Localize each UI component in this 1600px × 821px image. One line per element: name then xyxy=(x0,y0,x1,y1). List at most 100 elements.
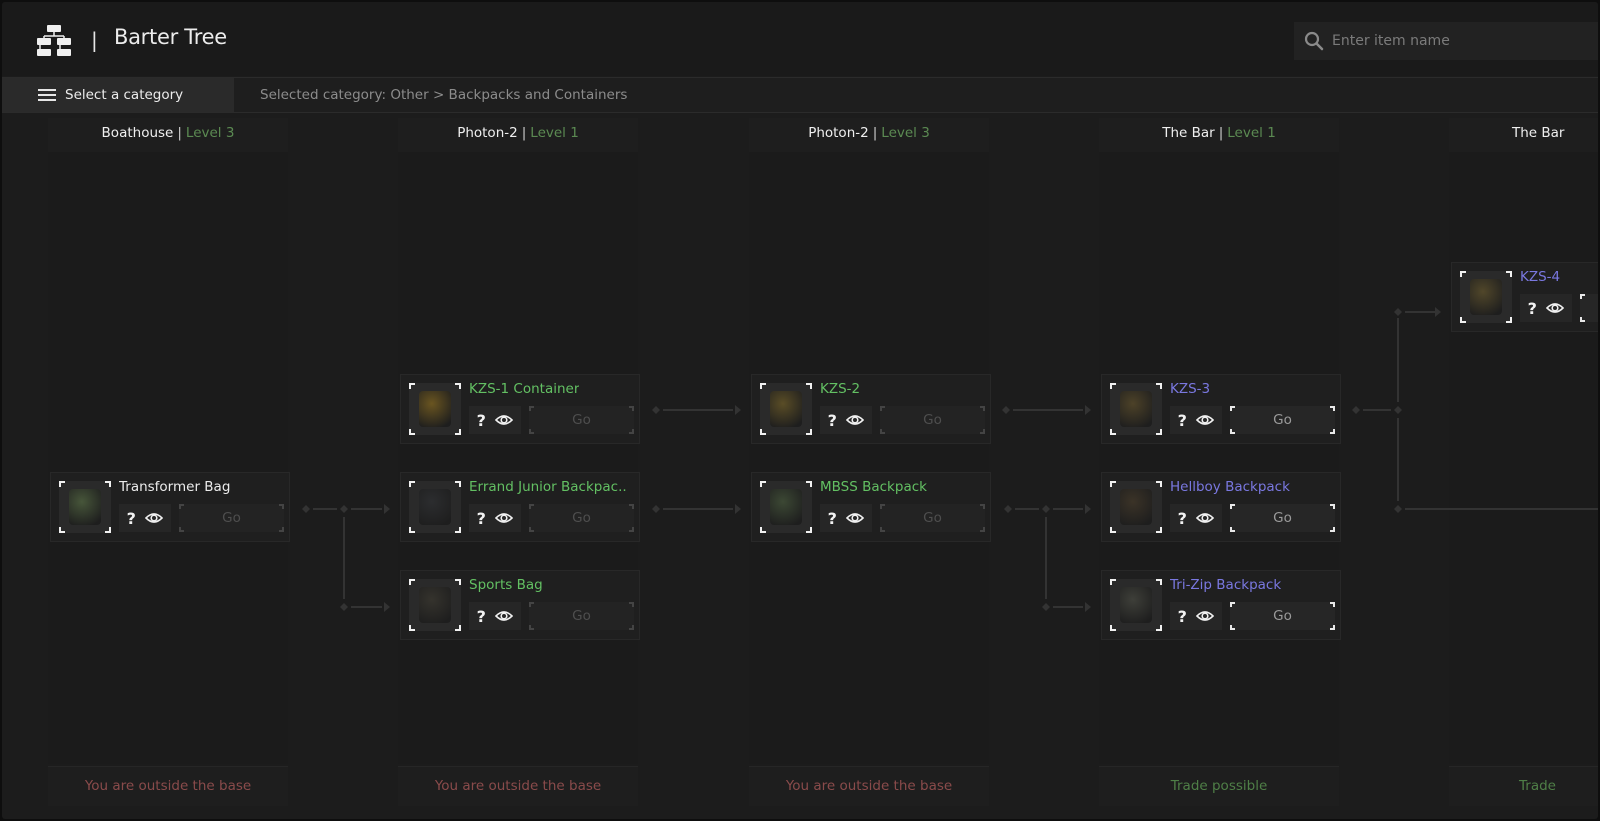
item-image[interactable] xyxy=(59,481,111,533)
eye-icon[interactable] xyxy=(1196,511,1215,525)
eye-icon[interactable] xyxy=(1546,301,1565,315)
item-image[interactable] xyxy=(1110,383,1162,435)
question-icon[interactable]: ? xyxy=(1178,607,1187,626)
item-picture xyxy=(419,489,451,525)
corner-bracket xyxy=(1460,317,1466,323)
corner-bracket xyxy=(529,406,534,411)
item-image[interactable] xyxy=(1110,481,1162,533)
corner-bracket xyxy=(1110,527,1116,533)
item-picture xyxy=(1120,391,1152,427)
go-button[interactable]: Go xyxy=(529,504,634,532)
trader-level: Level 1 xyxy=(530,125,579,141)
item-image[interactable] xyxy=(409,579,461,631)
corner-bracket xyxy=(760,429,766,435)
question-icon[interactable]: ? xyxy=(477,411,486,430)
item-name[interactable]: Errand Junior Backpac.. xyxy=(469,479,627,495)
eye-icon[interactable] xyxy=(1196,413,1215,427)
connector-node xyxy=(1042,603,1050,611)
question-icon[interactable]: ? xyxy=(477,509,486,528)
item-image[interactable] xyxy=(409,481,461,533)
connector-arrow xyxy=(1085,602,1091,612)
corner-bracket xyxy=(409,579,415,585)
item-name[interactable]: KZS-2 xyxy=(820,381,860,397)
corner-bracket xyxy=(409,481,415,487)
go-button[interactable]: Go xyxy=(880,504,985,532)
search-icon xyxy=(1304,31,1324,51)
column-header: Photon-2 | Level 3 xyxy=(749,118,989,152)
question-icon[interactable]: ? xyxy=(127,509,136,528)
trader-level: Level 1 xyxy=(1227,125,1276,141)
eye-icon[interactable] xyxy=(145,511,164,525)
trade-status: You are outside the base xyxy=(749,766,989,806)
go-button[interactable]: Go xyxy=(529,602,634,630)
question-icon[interactable]: ? xyxy=(828,509,837,528)
connector-node xyxy=(1004,505,1012,513)
corner-bracket xyxy=(1330,602,1335,607)
item-image[interactable] xyxy=(760,383,812,435)
question-icon[interactable]: ? xyxy=(828,411,837,430)
go-button[interactable]: Go xyxy=(1230,406,1335,434)
item-name[interactable]: MBSS Backpack xyxy=(820,479,927,495)
item-name[interactable]: KZS-3 xyxy=(1170,381,1210,397)
item-actions: ? xyxy=(119,504,171,532)
app-title: Barter Tree xyxy=(114,25,227,49)
column-body xyxy=(48,152,288,764)
eye-icon[interactable] xyxy=(495,511,514,525)
item-name[interactable]: Sports Bag xyxy=(469,577,543,593)
corner-bracket xyxy=(455,527,461,533)
question-icon[interactable]: ? xyxy=(1178,509,1187,528)
hierarchy-tree-icon xyxy=(37,25,71,56)
corner-bracket xyxy=(409,527,415,533)
corner-bracket xyxy=(1156,429,1162,435)
eye-icon[interactable] xyxy=(846,511,865,525)
item-actions: ? xyxy=(469,504,521,532)
item-name[interactable]: Hellboy Backpack xyxy=(1170,479,1290,495)
corner-bracket xyxy=(629,602,634,607)
eye-icon[interactable] xyxy=(495,413,514,427)
go-button[interactable]: Go xyxy=(880,406,985,434)
item-image[interactable] xyxy=(1460,271,1512,323)
eye-icon[interactable] xyxy=(846,413,865,427)
column-header: Photon-2 | Level 1 xyxy=(398,118,638,152)
go-button[interactable]: Go xyxy=(529,406,634,434)
eye-icon[interactable] xyxy=(495,609,514,623)
item-actions: ? xyxy=(469,602,521,630)
eye-icon[interactable] xyxy=(1196,609,1215,623)
trader-column: The Bar | Level 1 Trade possible xyxy=(1099,114,1339,819)
item-name[interactable]: Transformer Bag xyxy=(119,479,230,495)
go-label: Go xyxy=(1273,412,1292,428)
item-name[interactable]: KZS-1 Container xyxy=(469,381,579,397)
trader-column: Photon-2 | Level 1 You are outside the base xyxy=(398,114,638,819)
item-image[interactable] xyxy=(760,481,812,533)
question-icon[interactable]: ? xyxy=(477,607,486,626)
question-icon[interactable]: ? xyxy=(1178,411,1187,430)
item-image[interactable] xyxy=(1110,579,1162,631)
connector-arrow xyxy=(735,504,741,514)
connector-arrow xyxy=(1085,504,1091,514)
item-name[interactable]: Tri-Zip Backpack xyxy=(1170,577,1281,593)
hamburger-menu-icon xyxy=(38,89,56,101)
item-card: KZS-2? Go xyxy=(751,374,991,444)
search-input[interactable] xyxy=(1332,33,1582,49)
go-button[interactable]: Go xyxy=(179,504,284,532)
go-button[interactable]: Go xyxy=(1580,294,1598,322)
go-button[interactable]: Go xyxy=(1230,504,1335,532)
corner-bracket xyxy=(806,429,812,435)
item-image[interactable] xyxy=(409,383,461,435)
column-body xyxy=(1099,152,1339,764)
go-button[interactable]: Go xyxy=(1230,602,1335,630)
corner-bracket xyxy=(409,383,415,389)
corner-bracket xyxy=(1230,602,1235,607)
corner-bracket xyxy=(880,504,885,509)
select-category-button[interactable]: Select a category xyxy=(2,78,234,112)
corner-bracket xyxy=(179,504,184,509)
connector-node xyxy=(340,505,348,513)
search-box[interactable] xyxy=(1294,22,1598,60)
item-picture xyxy=(1120,587,1152,623)
connector-node xyxy=(302,505,310,513)
connector-arrow xyxy=(1435,307,1441,317)
question-icon[interactable]: ? xyxy=(1528,299,1537,318)
item-name[interactable]: KZS-4 xyxy=(1520,269,1560,285)
corner-bracket xyxy=(59,527,65,533)
corner-bracket xyxy=(760,527,766,533)
